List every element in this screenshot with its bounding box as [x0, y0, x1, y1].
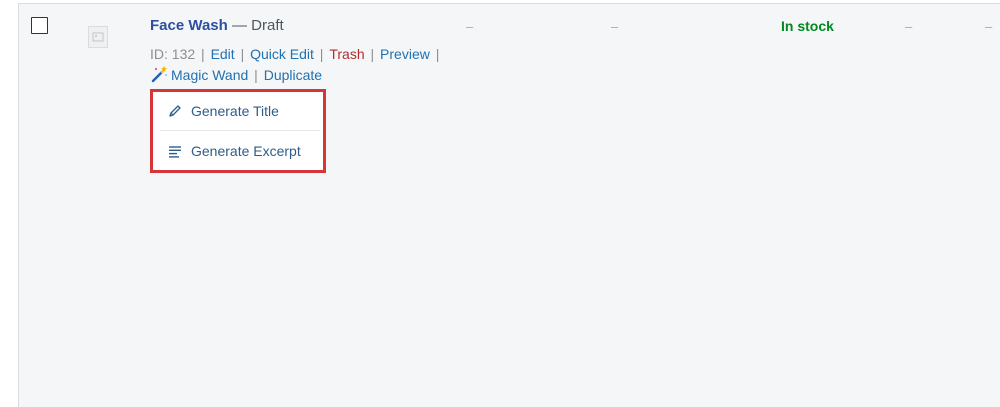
preview-link[interactable]: Preview: [380, 46, 430, 62]
magic-wand-dropdown: Generate Title Generate Excerpt: [150, 89, 326, 173]
pencil-icon: [169, 105, 181, 117]
title-separator: —: [227, 17, 252, 34]
trash-link[interactable]: Trash: [329, 46, 364, 62]
column-dash-1: –: [466, 19, 474, 34]
column-dash-2: –: [611, 19, 619, 34]
product-title-line: Face Wash — Draft: [150, 17, 284, 34]
product-thumbnail[interactable]: [88, 26, 108, 48]
generate-excerpt-item[interactable]: Generate Excerpt: [160, 132, 320, 170]
row-actions: ID: 132 | Edit | Quick Edit | Trash | Pr…: [150, 46, 440, 62]
magic-wand-icon: [151, 66, 167, 83]
edit-link[interactable]: Edit: [211, 46, 235, 62]
quick-edit-link[interactable]: Quick Edit: [250, 46, 314, 62]
product-name-link[interactable]: Face Wash: [150, 17, 228, 34]
duplicate-link[interactable]: Duplicate: [264, 67, 322, 83]
column-dash-4: –: [985, 19, 993, 34]
generate-title-item[interactable]: Generate Title: [160, 92, 320, 131]
magic-wand-link[interactable]: Magic Wand: [171, 67, 248, 83]
column-dash-3: –: [905, 19, 913, 34]
product-id: ID: 132: [150, 46, 196, 62]
image-placeholder-icon: [92, 32, 104, 42]
product-list-panel: Face Wash — Draft ID: 132 | Edit | Quick…: [18, 3, 1000, 407]
stock-status: In stock: [781, 18, 834, 34]
text-lines-icon: [169, 146, 181, 158]
product-status: Draft: [251, 17, 284, 34]
row-select-checkbox[interactable]: [31, 17, 48, 34]
generate-excerpt-label: Generate Excerpt: [191, 143, 301, 159]
generate-title-label: Generate Title: [191, 103, 279, 119]
magic-wand-line: Magic Wand | Duplicate: [150, 65, 322, 85]
